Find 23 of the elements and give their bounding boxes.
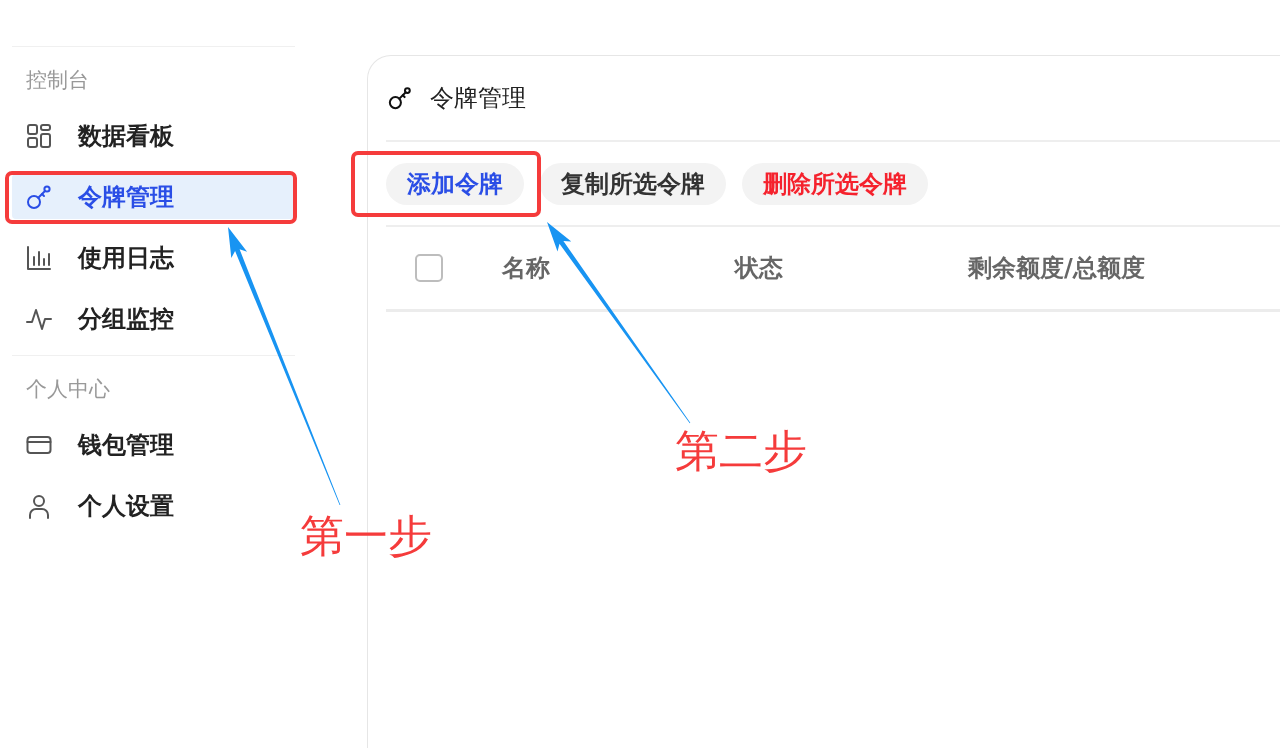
panel-title: 令牌管理	[430, 83, 526, 114]
key-icon	[388, 86, 412, 110]
bar-chart-icon	[26, 244, 52, 271]
column-header: 名称	[502, 254, 550, 282]
checkbox[interactable]	[415, 254, 443, 282]
sidebar-item[interactable]: 分组监控	[12, 296, 295, 341]
sidebar-item[interactable]: 令牌管理	[12, 174, 295, 219]
sidebar-item[interactable]: 使用日志	[12, 235, 295, 280]
grid-icon	[26, 122, 52, 149]
key-icon	[26, 183, 52, 210]
action-button[interactable]: 复制所选令牌	[540, 162, 726, 205]
user-icon	[26, 492, 52, 519]
action-button[interactable]: 删除所选令牌	[742, 162, 928, 205]
sidebar-item[interactable]: 数据看板	[12, 113, 295, 158]
section-title: 个人中心	[25, 376, 111, 403]
sidebar-item[interactable]: 钱包管理	[12, 422, 295, 467]
column-header: 状态	[735, 254, 783, 282]
column-header: 剩余额度/总额度	[968, 254, 1145, 282]
sidebar-item[interactable]: 个人设置	[12, 483, 295, 528]
action-button[interactable]: 添加令牌	[386, 162, 524, 205]
step-label: 第一步	[300, 512, 432, 560]
section-title: 控制台	[25, 67, 90, 94]
step-label: 第二步	[675, 427, 807, 475]
